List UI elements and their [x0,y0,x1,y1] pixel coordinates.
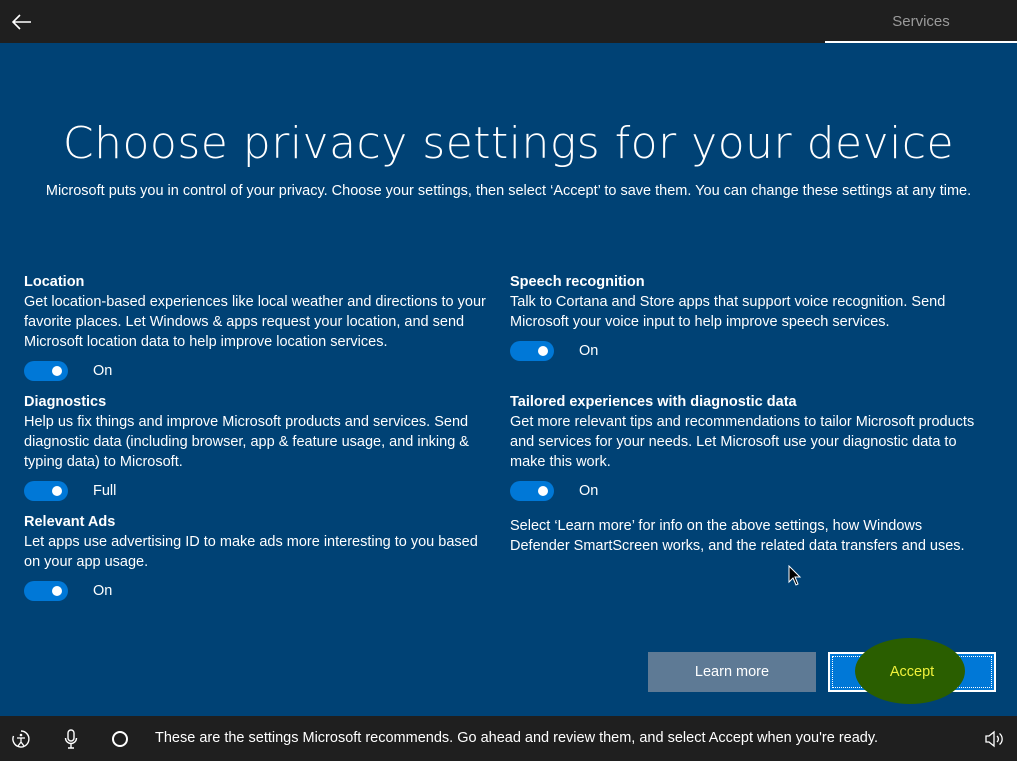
setting-speech-description: Talk to Cortana and Store apps that supp… [510,294,946,330]
back-arrow-icon [11,13,31,30]
tailored-toggle-state: On [579,483,599,499]
ease-of-access-button[interactable] [8,716,34,761]
cortana-button[interactable] [109,716,131,761]
setting-tailored-experiences: Tailored experiences with diagnostic dat… [510,392,982,502]
tab-services-underline [825,41,1017,43]
setting-location: Location Get location-based experiences … [24,272,496,382]
setting-tailored-title: Tailored experiences with diagnostic dat… [510,394,797,410]
location-toggle-state: On [93,363,113,379]
speech-recognition-toggle[interactable] [510,341,554,361]
bottom-bar: These are the settings Microsoft recomme… [0,716,1017,761]
volume-button[interactable] [982,716,1006,761]
microphone-button[interactable] [60,716,82,761]
location-toggle[interactable] [24,361,68,381]
cortana-icon [112,730,128,747]
tailored-experiences-toggle[interactable] [510,481,554,501]
setting-diagnostics: Diagnostics Help us fix things and impro… [24,392,496,502]
setting-diagnostics-description: Help us fix things and improve Microsoft… [24,414,469,470]
setting-relevant-ads-title: Relevant Ads [24,514,116,530]
setting-diagnostics-title: Diagnostics [24,394,107,410]
speech-toggle-state: On [579,343,599,359]
relevant-ads-toggle-state: On [93,583,113,599]
setting-speech-recognition: Speech recognition Talk to Cortana and S… [510,272,982,362]
setting-tailored-description: Get more relevant tips and recommendatio… [510,414,975,470]
setting-location-description: Get location-based experiences like loca… [24,294,486,350]
page-subtitle: Microsoft puts you in control of your pr… [45,183,972,199]
diagnostics-toggle[interactable] [24,481,68,501]
mouse-cursor-icon [788,565,802,586]
toggle-knob [52,586,62,596]
learn-more-info-text: Select ‘Learn more’ for info on the abov… [510,518,965,554]
relevant-ads-toggle[interactable] [24,581,68,601]
ease-of-access-icon [12,729,30,748]
toggle-knob [538,486,548,496]
setting-location-title: Location [24,274,85,290]
top-bar: Services [0,0,1017,43]
learn-more-button[interactable]: Learn more [648,652,816,692]
page-title: Choose privacy settings for your device [62,118,955,169]
microphone-icon [64,728,78,749]
toggle-knob [52,366,62,376]
toggle-knob [52,486,62,496]
back-button[interactable] [0,0,43,43]
setting-relevant-ads-description: Let apps use advertising ID to make ads … [24,534,478,570]
accept-highlight-mark [855,638,965,704]
setting-speech-title: Speech recognition [510,274,645,290]
diagnostics-toggle-state: Full [93,483,117,499]
setting-relevant-ads: Relevant Ads Let apps use advertising ID… [24,512,496,602]
volume-icon [985,730,1003,747]
toggle-knob [538,346,548,356]
narration-text: These are the settings Microsoft recomme… [155,730,879,746]
tab-services[interactable]: Services [825,0,1017,43]
